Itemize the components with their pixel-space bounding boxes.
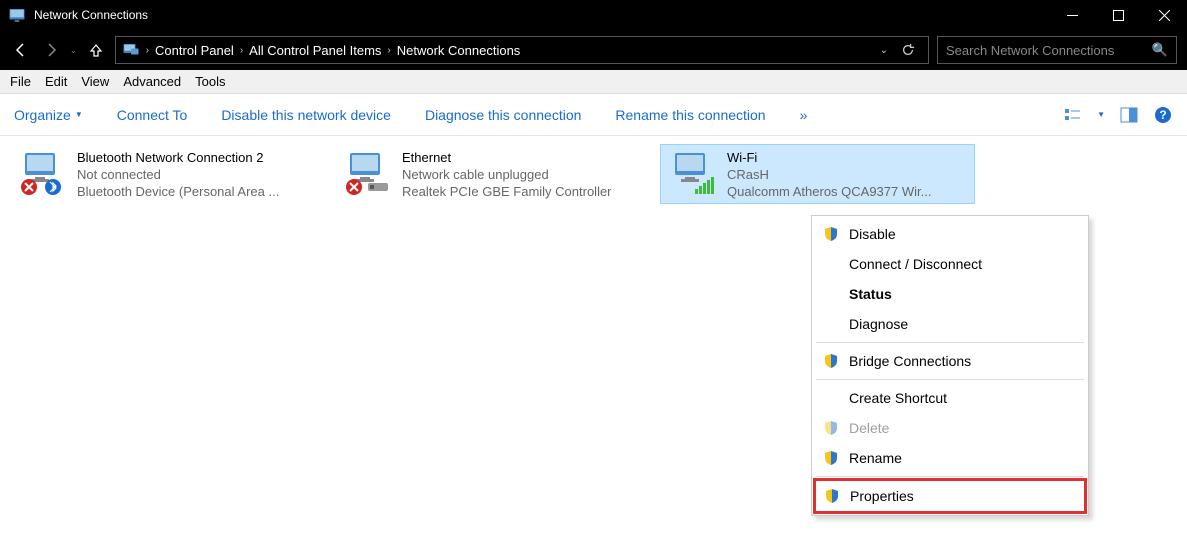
window-title: Network Connections <box>34 8 1049 22</box>
connection-wifi[interactable]: Wi-Fi CRasH Qualcomm Atheros QCA9377 Wir… <box>660 144 975 204</box>
address-bar: ⌄ › Control Panel › All Control Panel It… <box>0 30 1187 70</box>
breadcrumb-icon <box>122 41 140 59</box>
connection-name: Bluetooth Network Connection 2 <box>77 149 318 166</box>
bluetooth-connection-icon <box>17 149 67 197</box>
ethernet-connection-icon <box>342 149 392 197</box>
ctx-shortcut[interactable]: Create Shortcut <box>815 383 1085 413</box>
organize-button[interactable]: Organize▼ <box>14 107 83 123</box>
menu-edit[interactable]: Edit <box>45 74 67 89</box>
titlebar: Network Connections <box>0 0 1187 30</box>
separator <box>816 379 1084 380</box>
ctx-properties[interactable]: Properties <box>816 481 1084 511</box>
ctx-rename[interactable]: Rename <box>815 443 1085 473</box>
ctx-status[interactable]: Status <box>815 279 1085 309</box>
close-button[interactable] <box>1141 0 1187 30</box>
context-menu: Disable Connect / Disconnect Status Diag… <box>811 215 1089 516</box>
minimize-button[interactable] <box>1049 0 1095 30</box>
search-box[interactable]: 🔍 <box>937 36 1177 64</box>
menu-bar: File Edit View Advanced Tools <box>0 70 1187 94</box>
ctx-bridge[interactable]: Bridge Connections <box>815 346 1085 376</box>
ctx-disable[interactable]: Disable <box>815 219 1085 249</box>
menu-view[interactable]: View <box>81 74 109 89</box>
wifi-connection-icon <box>667 149 717 197</box>
content-area: Bluetooth Network Connection 2 Not conne… <box>0 136 1187 212</box>
ctx-connect[interactable]: Connect / Disconnect <box>815 249 1085 279</box>
refresh-button[interactable] <box>894 43 922 57</box>
breadcrumb-item[interactable]: Network Connections <box>397 43 521 58</box>
connection-device: Bluetooth Device (Personal Area ... <box>77 183 318 199</box>
chevron-right-icon: › <box>240 45 243 56</box>
chevron-right-icon: › <box>387 45 390 56</box>
breadcrumb-bar[interactable]: › Control Panel › All Control Panel Item… <box>115 36 929 64</box>
back-button[interactable] <box>10 39 32 61</box>
forward-button[interactable] <box>40 39 62 61</box>
menu-advanced[interactable]: Advanced <box>123 74 181 89</box>
history-dropdown[interactable]: ⌄ <box>70 46 77 55</box>
chevron-right-icon: › <box>146 45 149 56</box>
breadcrumb-item[interactable]: All Control Panel Items <box>249 43 381 58</box>
shield-icon <box>824 488 840 504</box>
svg-text:?: ? <box>1159 108 1166 122</box>
connection-name: Ethernet <box>402 149 643 166</box>
ctx-diagnose[interactable]: Diagnose <box>815 309 1085 339</box>
search-input[interactable] <box>946 43 1152 58</box>
overflow-button[interactable]: » <box>800 107 808 123</box>
breadcrumb-item[interactable]: Control Panel <box>155 43 234 58</box>
breadcrumb-dropdown[interactable]: ⌄ <box>880 45 888 56</box>
connection-bluetooth[interactable]: Bluetooth Network Connection 2 Not conne… <box>10 144 325 204</box>
connection-name: Wi-Fi <box>727 149 968 166</box>
connection-ethernet[interactable]: Ethernet Network cable unplugged Realtek… <box>335 144 650 204</box>
help-button[interactable]: ? <box>1153 105 1173 125</box>
view-options-button[interactable] <box>1063 105 1083 125</box>
connection-device: Qualcomm Atheros QCA9377 Wir... <box>727 183 968 199</box>
shield-icon <box>823 226 839 242</box>
connection-status: Network cable unplugged <box>402 166 643 183</box>
rename-button[interactable]: Rename this connection <box>615 107 765 123</box>
connection-status: CRasH <box>727 166 968 183</box>
connection-device: Realtek PCIe GBE Family Controller <box>402 183 643 199</box>
disable-device-button[interactable]: Disable this network device <box>221 107 391 123</box>
connection-status: Not connected <box>77 166 318 183</box>
separator <box>816 342 1084 343</box>
maximize-button[interactable] <box>1095 0 1141 30</box>
ctx-delete: Delete <box>815 413 1085 443</box>
menu-tools[interactable]: Tools <box>195 74 225 89</box>
shield-icon <box>823 353 839 369</box>
separator <box>816 476 1084 477</box>
search-icon[interactable]: 🔍 <box>1152 42 1168 58</box>
window-icon <box>8 6 26 24</box>
up-button[interactable] <box>85 39 107 61</box>
preview-pane-button[interactable] <box>1119 105 1139 125</box>
connect-to-button[interactable]: Connect To <box>117 107 188 123</box>
shield-icon <box>823 420 839 436</box>
toolbar: Organize▼ Connect To Disable this networ… <box>0 94 1187 136</box>
view-dropdown[interactable]: ▼ <box>1097 110 1105 119</box>
diagnose-button[interactable]: Diagnose this connection <box>425 107 581 123</box>
shield-icon <box>823 450 839 466</box>
menu-file[interactable]: File <box>10 74 31 89</box>
